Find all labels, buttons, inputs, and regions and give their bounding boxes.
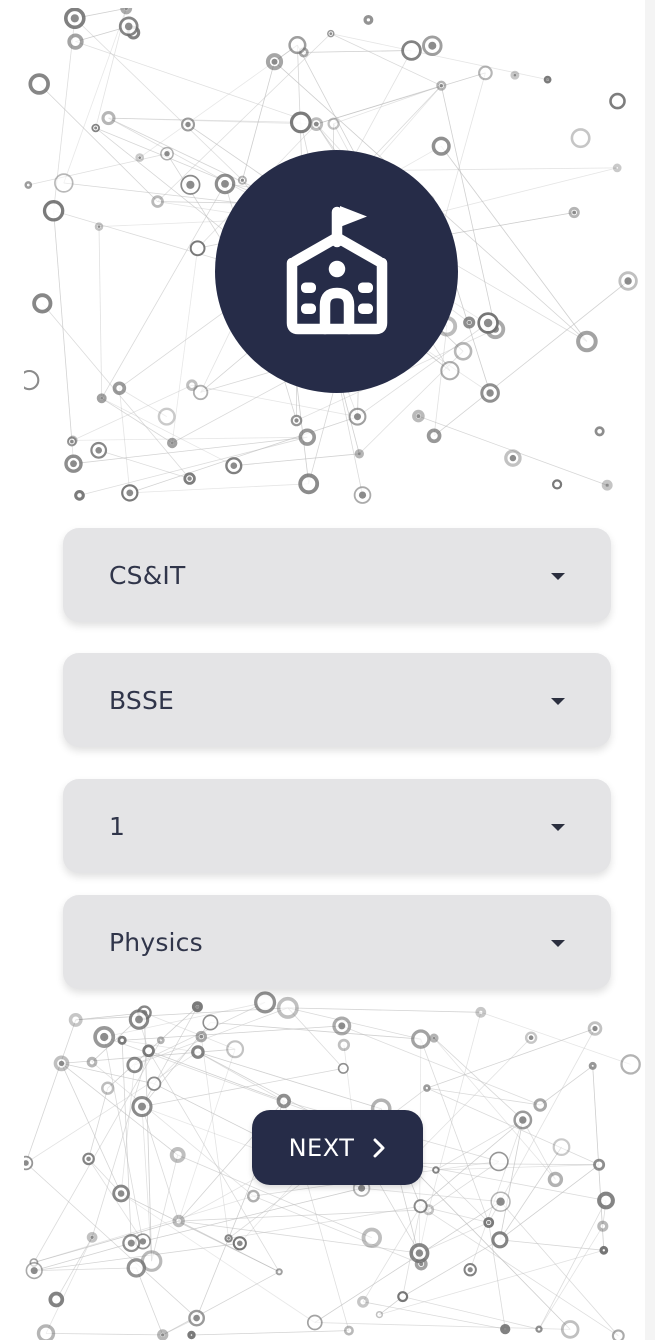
caret-down-icon [551,697,565,705]
top-edge-strip [0,0,655,8]
subject-value: Physics [109,927,203,957]
caret-down-icon [551,823,565,831]
next-button-label: NEXT [288,1133,355,1162]
chevron-right-icon [373,1138,385,1157]
next-button[interactable]: NEXT [252,1110,423,1185]
department-dropdown[interactable]: CS&IT [63,528,611,622]
school-building-icon [286,205,387,334]
caret-down-icon [551,939,565,947]
semester-value: 1 [109,811,126,841]
right-edge-strip [645,0,655,1340]
subject-dropdown[interactable]: Physics [63,895,611,989]
semester-dropdown[interactable]: 1 [63,779,611,873]
program-value: BSSE [109,685,175,715]
app-screen: CS&IT BSSE 1 Physics NEXT [0,0,655,1340]
caret-down-icon [551,572,565,580]
school-logo [215,150,458,393]
program-dropdown[interactable]: BSSE [63,653,611,747]
department-value: CS&IT [109,560,186,590]
left-edge-strip [0,0,24,1340]
